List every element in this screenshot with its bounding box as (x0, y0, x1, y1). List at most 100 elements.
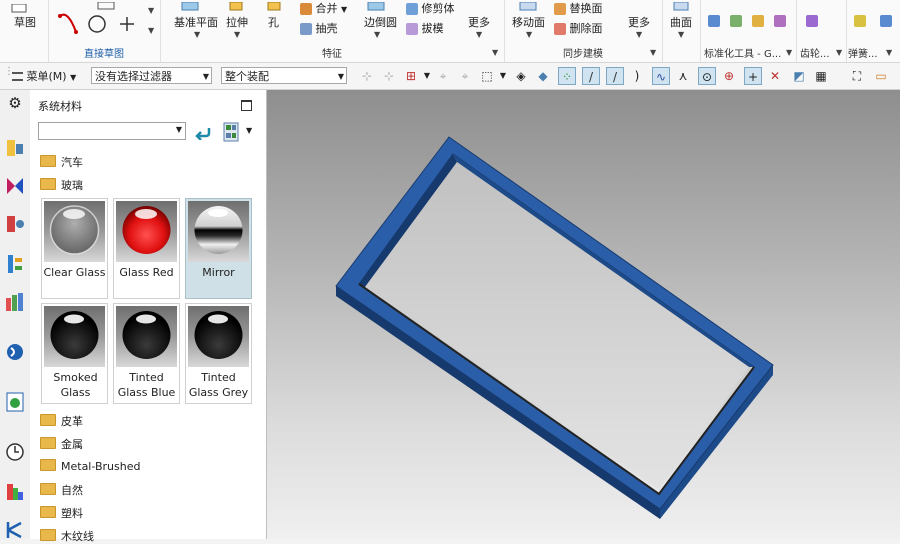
chevron-down-icon[interactable]: ▼ (492, 48, 498, 57)
extrude-button[interactable]: 拉伸 (226, 14, 248, 30)
part-navigator-icon[interactable] (5, 138, 25, 158)
fit-view-icon[interactable]: ⛶ (848, 67, 866, 85)
extrude-icon[interactable] (228, 0, 244, 13)
standard-tools-icons[interactable] (706, 12, 790, 32)
cube-icon[interactable]: ◆ (534, 67, 552, 85)
folder-item[interactable]: 玻璃 (40, 177, 83, 193)
select-all-icon[interactable]: ⊹ (358, 67, 376, 85)
pick-icon[interactable]: ⌖ (434, 67, 452, 85)
folder-item[interactable]: 金属 (40, 436, 83, 452)
replace-face-button[interactable]: 替换面 (554, 0, 603, 16)
pick-list-icon[interactable]: ⌖ (456, 67, 474, 85)
chevron-down-icon[interactable]: ▼ (526, 30, 532, 39)
draft-button[interactable]: 拔模 (406, 20, 444, 36)
menu-button[interactable]: 菜单(M) ▼ (12, 68, 76, 84)
chevron-down-icon[interactable]: ▼ (194, 30, 200, 39)
maximize-icon[interactable] (241, 100, 252, 111)
constraint-navigator-icon[interactable] (5, 214, 25, 234)
datum-plane-icon[interactable] (180, 0, 200, 13)
intersection-icon[interactable]: ⋏ (674, 67, 692, 85)
roles-icon[interactable] (5, 520, 25, 540)
history-clock-icon[interactable] (5, 442, 25, 462)
material-swatch-mirror[interactable]: Mirror (185, 198, 252, 299)
material-swatch-tinted-glass-grey[interactable]: Tinted Glass Grey (185, 303, 252, 404)
edge-blend-button[interactable]: 边倒圆 (364, 14, 397, 30)
more-sync-button[interactable]: 更多 (628, 14, 650, 30)
end-point-icon[interactable]: / (582, 67, 600, 85)
hd3d-tools-icon[interactable] (5, 342, 25, 362)
edge-blend-icon[interactable] (366, 0, 386, 13)
unite-button[interactable]: 合并 ▼ (300, 0, 347, 16)
folder-item[interactable]: 汽车 (40, 154, 83, 170)
tangent-icon[interactable]: ∿ (652, 67, 670, 85)
mid-point-icon[interactable]: / (606, 67, 624, 85)
hole-icon[interactable] (266, 0, 282, 13)
snap-points-icon[interactable]: ⁘ (558, 67, 576, 85)
folder-item[interactable]: 皮革 (40, 413, 83, 429)
glass-frame-model[interactable] (267, 90, 900, 539)
menu-icon (12, 72, 23, 81)
surface-icon[interactable] (672, 0, 690, 13)
curve-point-icon[interactable]: ) (628, 67, 646, 85)
chevron-down-icon[interactable]: ▼ (148, 26, 154, 35)
shell-button[interactable]: 抽壳 (300, 20, 338, 36)
point-on-face-icon[interactable]: ◩ (790, 67, 808, 85)
folder-label: Metal-Brushed (61, 460, 141, 473)
settings-gear-icon[interactable]: ⚙ (5, 94, 25, 114)
assembly-scope-dropdown[interactable]: 整个装配 ▼ (221, 67, 347, 84)
chevron-down-icon[interactable]: ▼ (650, 48, 656, 57)
view-options-icon[interactable] (223, 122, 239, 142)
folder-label: 玻璃 (61, 179, 83, 192)
material-swatch-glass-red[interactable]: Glass Red (113, 198, 180, 299)
move-face-button[interactable]: 移动面 (512, 14, 545, 30)
chevron-down-icon[interactable]: ▼ (678, 30, 684, 39)
system-materials-icon[interactable] (5, 482, 25, 502)
existing-point-icon[interactable]: + (744, 67, 762, 85)
chevron-down-icon[interactable]: ▼ (494, 67, 512, 85)
arc-center-icon[interactable]: ⊙ (698, 67, 716, 85)
hole-button[interactable]: 孔 (268, 14, 279, 30)
gear-icon[interactable] (804, 12, 824, 32)
material-library-dropdown[interactable]: ▼ (38, 122, 186, 140)
chevron-down-icon[interactable]: ▼ (234, 30, 240, 39)
chevron-down-icon[interactable]: ▼ (246, 126, 252, 135)
reuse-library-icon[interactable] (5, 254, 25, 274)
material-swatch-smoked-glass[interactable]: Smoked Glass (41, 303, 108, 404)
quadrant-icon[interactable]: ⊕ (720, 67, 738, 85)
folder-item[interactable]: 木纹线 (40, 528, 94, 544)
delete-face-button[interactable]: 删除面 (554, 20, 603, 36)
chevron-down-icon[interactable]: ▼ (148, 6, 154, 15)
menu-label: 菜单(M) (26, 70, 67, 83)
material-swatch-tinted-glass-blue[interactable]: Tinted Glass Blue (113, 303, 180, 404)
refresh-arrow-icon[interactable] (194, 124, 212, 140)
chevron-down-icon[interactable]: ▼ (636, 30, 642, 39)
zoom-view-icon[interactable]: ▭ (872, 67, 890, 85)
solid-icon[interactable]: ◈ (512, 67, 530, 85)
graphics-viewport[interactable] (267, 90, 900, 539)
chevron-down-icon[interactable]: ▼ (836, 48, 842, 57)
web-browser-icon[interactable] (5, 392, 25, 412)
trim-body-button[interactable]: 修剪体 (406, 0, 455, 16)
sketch-label[interactable]: 草图 (14, 14, 36, 30)
folder-item[interactable]: 自然 (40, 482, 83, 498)
bounded-grid-icon[interactable]: ▦ (812, 67, 830, 85)
folder-item[interactable]: 塑料 (40, 505, 83, 521)
spring-tools-icons[interactable] (852, 12, 896, 32)
folder-item[interactable]: Metal-Brushed (40, 459, 140, 473)
move-face-icon[interactable] (518, 0, 538, 13)
more-features-button[interactable]: 更多 (468, 14, 490, 30)
deselect-icon[interactable]: ⊹ (380, 67, 398, 85)
chevron-down-icon[interactable]: ▼ (786, 48, 792, 57)
panel-title: 系统材料 (38, 100, 82, 113)
point-on-curve-icon[interactable]: ✕ (766, 67, 784, 85)
datum-plane-button[interactable]: 基准平面 (174, 14, 218, 30)
chevron-down-icon[interactable]: ▼ (476, 30, 482, 39)
replace-face-icon (554, 3, 566, 15)
surface-button[interactable]: 曲面 (670, 14, 692, 30)
selection-filter-dropdown[interactable]: 没有选择过滤器 ▼ (91, 67, 212, 84)
material-swatch-clear-glass[interactable]: Clear Glass (41, 198, 108, 299)
chevron-down-icon[interactable]: ▼ (886, 48, 892, 57)
assembly-navigator-icon[interactable] (5, 176, 25, 196)
chevron-down-icon[interactable]: ▼ (374, 30, 380, 39)
history-icon[interactable] (5, 292, 25, 312)
